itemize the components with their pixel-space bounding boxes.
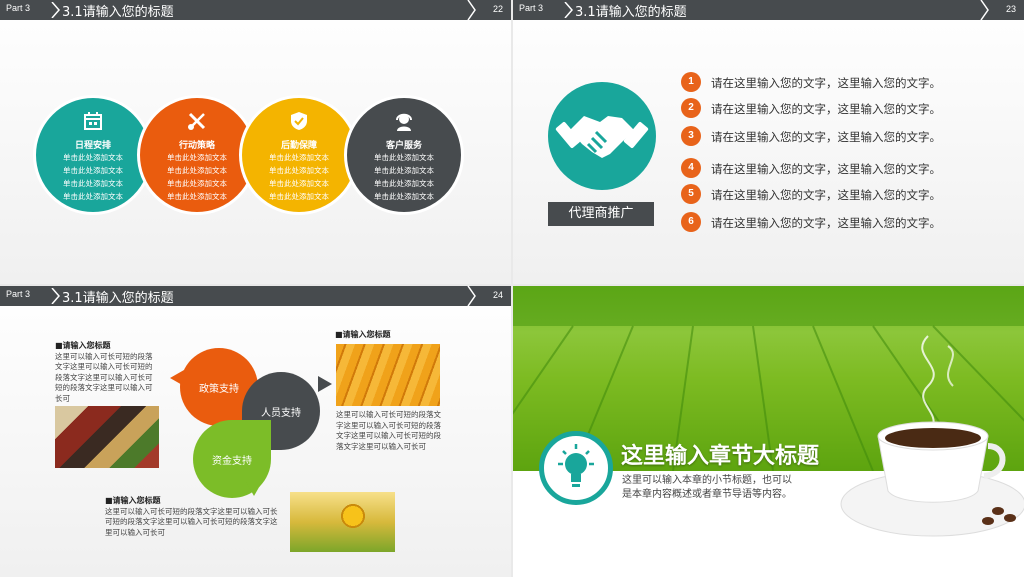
circle-line: 单击此处添加文本: [63, 166, 123, 175]
tools-icon: [188, 112, 206, 130]
circle-line: 单击此处添加文本: [167, 153, 227, 162]
chevron-right-icon: [980, 0, 989, 20]
circle-line: 单击此处添加文本: [374, 166, 434, 175]
agent-promotion-label: 代理商推广: [548, 202, 654, 226]
chevron-right-icon: [467, 0, 476, 20]
petal-label: 政策支持: [199, 383, 239, 395]
arrow-down-icon: [246, 482, 262, 496]
corn-image: [336, 344, 440, 406]
block-body: 这里可以输入可长可短的段落文字这里可以输入可长可短的段落文字这里可以输入可长可短…: [55, 351, 153, 403]
page-number: 23: [1005, 4, 1016, 14]
block-heading: ■请输入您标题: [105, 496, 161, 505]
slide-header: Part 3 3.1请输入您的标题 24: [0, 286, 511, 306]
circle-service[interactable]: 客户服务 单击此处添加文本 单击此处添加文本 单击此处添加文本 单击此处添加文本: [344, 95, 464, 215]
part-label: Part 3: [519, 3, 544, 13]
subtitle-line: 这里可以输入本章的小节标题，也可以: [622, 475, 792, 486]
number-badge: 1: [681, 72, 701, 92]
page-number: 24: [492, 290, 503, 300]
list-item-text: 请在这里输入您的文字，这里输入您的文字。: [711, 162, 941, 176]
block-heading: ■请输入您标题: [55, 341, 111, 350]
block-body: 这里可以输入可长可短的段落文字这里可以输入可长可短的段落文字这里可以输入可长可短…: [336, 410, 441, 451]
chevron-right-icon: [467, 286, 476, 306]
chapter-subtitle: 这里可以输入本章的小节标题，也可以 是本章内容概述或者章节导语等内容。: [622, 474, 792, 502]
page-number: 22: [492, 4, 503, 14]
slide-25[interactable]: 这里输入章节大标题 这里可以输入本章的小节标题，也可以 是本章内容概述或者章节导…: [513, 286, 1024, 577]
circle-line: 单击此处添加文本: [63, 179, 123, 188]
text-block: ■请输入您标题: [335, 330, 441, 341]
shield-icon: [291, 112, 307, 130]
circle-line: 单击此处添加文本: [63, 192, 123, 201]
circle-line: 单击此处添加文本: [269, 166, 329, 175]
chevron-right-icon: [51, 288, 60, 304]
circle-line: 单击此处添加文本: [374, 192, 434, 201]
block-body: 这里可以输入可长可短的段落文字这里可以输入可长可短的段落文字这里可以输入可长可短…: [105, 506, 278, 537]
circle-line: 单击此处添加文本: [63, 153, 123, 162]
number-badge: 6: [681, 212, 701, 232]
circle-line: 单击此处添加文本: [374, 153, 434, 162]
circle-schedule[interactable]: 日程安排 单击此处添加文本 单击此处添加文本 单击此处添加文本 单击此处添加文本: [33, 95, 153, 215]
number-badge: 2: [681, 98, 701, 118]
block-heading: ■请输入您标题: [335, 330, 391, 339]
circle-logistics[interactable]: 后勤保障 单击此处添加文本 单击此处添加文本 单击此处添加文本 单击此处添加文本: [239, 95, 359, 215]
lightbulb-circle: [539, 431, 613, 505]
handshake-icon: [555, 116, 649, 158]
list-item-text: 请在这里输入您的文字，这里输入您的文字。: [711, 76, 941, 90]
circle-line: 单击此处添加文本: [167, 166, 227, 175]
slide-title: 3.1请输入您的标题: [62, 5, 174, 20]
text-block: ■请输入您标题 这里可以输入可长可短的段落文字这里可以输入可长可短的段落文字这里…: [55, 341, 155, 404]
sunflower-image: [290, 492, 395, 552]
circle-line: 单击此处添加文本: [374, 179, 434, 188]
arrow-right-icon: [318, 376, 332, 392]
circle-line: 单击此处添加文本: [167, 192, 227, 201]
circle-line: 单击此处添加文本: [269, 153, 329, 162]
part-label: Part 3: [6, 289, 31, 299]
slide-22[interactable]: Part 3 3.1请输入您的标题 22 日程安排 单击此处添加文本 单击此处添…: [0, 0, 511, 284]
list-item-text: 请在这里输入您的文字，这里输入您的文字。: [711, 188, 941, 202]
circle-line: 单击此处添加文本: [269, 192, 329, 201]
petal-label: 资金支持: [212, 455, 252, 467]
text-block: ■请输入您标题 这里可以输入可长可短的段落文字这里可以输入可长可短的段落文字这里…: [105, 496, 281, 538]
handshake-circle: [548, 82, 656, 190]
circle-title: 日程安排: [74, 141, 111, 151]
slide-24[interactable]: Part 3 3.1请输入您的标题 24 政策支持 人员支持 资金支持 ■请输入…: [0, 286, 511, 577]
number-badge: 4: [681, 158, 701, 178]
arrow-left-icon: [170, 370, 184, 386]
subtitle-line: 是本章内容概述或者章节导语等内容。: [622, 489, 792, 500]
slide-header: Part 3 3.1请输入您的标题 23: [513, 0, 1024, 20]
beans-image: [55, 406, 159, 468]
chevron-right-icon: [51, 2, 60, 18]
number-badge: 3: [681, 126, 701, 146]
list-item-text: 请在这里输入您的文字，这里输入您的文字。: [711, 130, 941, 144]
lightbulb-icon: [558, 444, 594, 487]
list-item-text: 请在这里输入您的文字，这里输入您的文字。: [711, 216, 941, 230]
chapter-title: 这里输入章节大标题: [621, 444, 820, 469]
part-label: Part 3: [6, 3, 31, 13]
chevron-right-icon: [564, 2, 573, 18]
calendar-icon: [84, 112, 102, 130]
list-item-text: 请在这里输入您的文字，这里输入您的文字。: [711, 102, 941, 116]
slide-title: 3.1请输入您的标题: [62, 291, 174, 306]
circle-title: 行动策略: [178, 141, 215, 151]
circle-line: 单击此处添加文本: [269, 179, 329, 188]
slide-23[interactable]: Part 3 3.1请输入您的标题 23 代理商推广 1 请在这里输入您的文字，这…: [513, 0, 1024, 284]
circle-title: 后勤保障: [280, 141, 317, 151]
text-block: 这里可以输入可长可短的段落文字这里可以输入可长可短的段落文字这里可以输入可长可短…: [336, 410, 442, 452]
petal-label: 人员支持: [261, 407, 301, 419]
circle-line: 单击此处添加文本: [167, 179, 227, 188]
coffee-cup-image: [840, 335, 1024, 537]
slide-title: 3.1请输入您的标题: [575, 5, 687, 20]
number-badge: 5: [681, 184, 701, 204]
circle-title: 客户服务: [385, 141, 422, 151]
slide-header: Part 3 3.1请输入您的标题 22: [0, 0, 511, 20]
headset-icon: [396, 113, 412, 131]
